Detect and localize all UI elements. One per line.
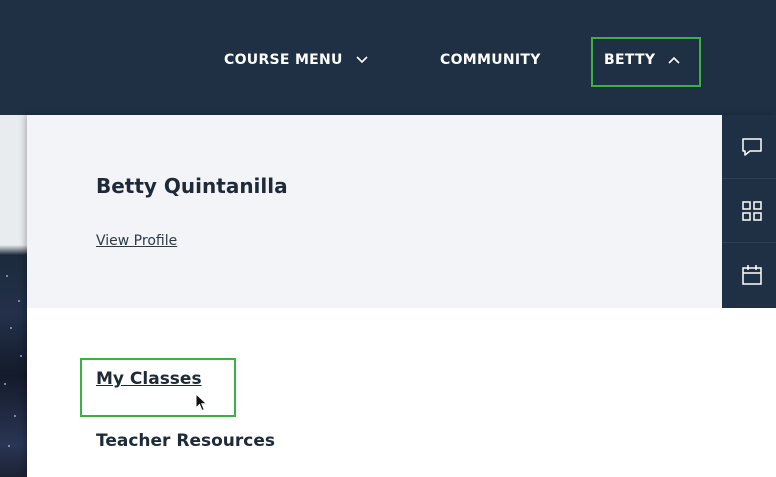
calendar-button[interactable] [722,243,776,307]
community-label: COMMUNITY [440,52,541,68]
user-menu-highlight [591,37,701,87]
grid-icon [742,200,762,221]
user-dropdown-menu: Betty Quintanilla View Profile My Classe… [27,115,776,477]
chevron-down-icon [356,56,368,64]
chat-icon [742,137,762,156]
course-menu-label: COURSE MENU [224,52,343,68]
profile-panel: Betty Quintanilla View Profile [27,115,722,308]
background-image-strip [0,115,27,477]
view-profile-link[interactable]: View Profile [96,233,177,249]
top-nav-bar: COURSE MENU COMMUNITY BETTY [0,0,776,115]
chat-button[interactable] [722,115,776,179]
profile-name: Betty Quintanilla [96,174,288,198]
mouse-cursor-icon [195,393,208,412]
course-menu-button[interactable]: COURSE MENU [224,49,368,71]
calendar-icon [742,265,762,285]
community-link[interactable]: COMMUNITY [440,49,541,71]
apps-button[interactable] [722,179,776,243]
side-rail [722,115,776,308]
my-classes-highlight [80,358,236,417]
teacher-resources-link[interactable]: Teacher Resources [96,431,275,451]
